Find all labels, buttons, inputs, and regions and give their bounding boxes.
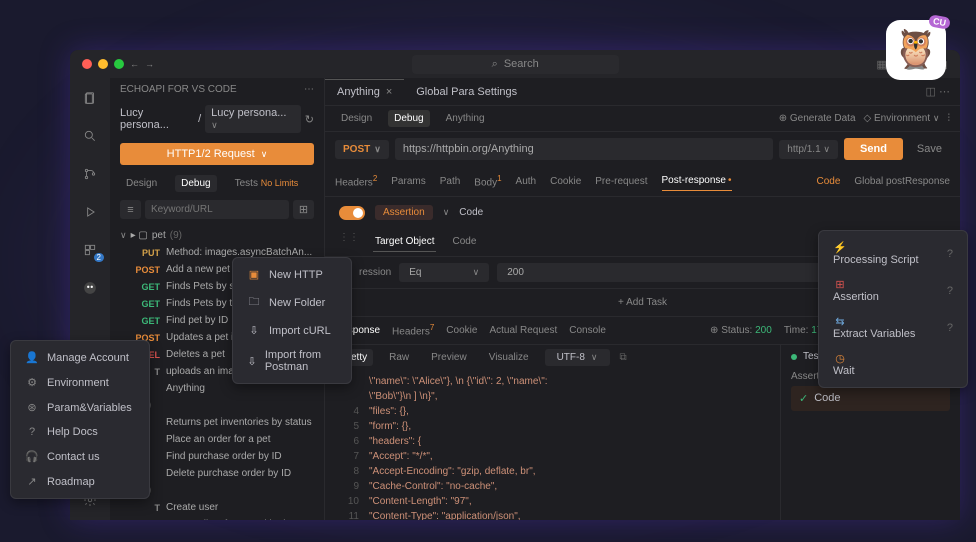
- menu-assertion[interactable]: ⊞ Assertion?: [819, 272, 967, 309]
- titlebar: ← → ⌕Search ▦ ▭ ◫ ▢: [70, 50, 960, 78]
- tree-row[interactable]: TCreates list of users with given i...: [110, 516, 324, 520]
- reqtab-body[interactable]: Body1: [474, 170, 501, 192]
- debug-icon[interactable]: [80, 202, 100, 222]
- resptab-console[interactable]: Console: [569, 325, 606, 336]
- method-selector[interactable]: POST∨: [335, 140, 389, 159]
- menu-manage-account[interactable]: 👤Manage Account: [11, 345, 149, 370]
- new-request-button[interactable]: HTTP1/2 Request∨: [120, 143, 314, 165]
- code-link[interactable]: Code: [816, 176, 840, 187]
- menu-contact-us[interactable]: 🎧Contact us: [11, 444, 149, 469]
- close-window-icon[interactable]: [82, 59, 92, 69]
- assertion-toggle[interactable]: [339, 206, 365, 220]
- tab-anything[interactable]: Anything×: [325, 79, 404, 104]
- menu-import-curl[interactable]: ⇩Import cURL: [233, 318, 351, 343]
- nav-forward-icon[interactable]: →: [145, 59, 154, 69]
- reqtab-cookie[interactable]: Cookie: [550, 172, 581, 191]
- context-menu: ▣New HTTP 🗀New Folder ⇩Import cURL ⇩Impo…: [232, 257, 352, 384]
- search-icon: ⌕: [492, 58, 498, 71]
- reqtab-postresponse[interactable]: Post-response: [662, 171, 732, 191]
- code-label: Code: [459, 207, 483, 218]
- filter-icon[interactable]: ⊞: [293, 200, 314, 219]
- menu-import-postman[interactable]: ⇩Import from Postman: [233, 343, 351, 379]
- search-menu-icon[interactable]: ≡: [120, 200, 141, 219]
- assertion-label: Assertion: [375, 205, 433, 220]
- search-placeholder: Search: [504, 58, 539, 70]
- reqtab-params[interactable]: Params: [391, 172, 425, 191]
- menu-roadmap[interactable]: ↗Roadmap: [11, 469, 149, 494]
- encoding-select[interactable]: UTF-8∨: [545, 349, 610, 366]
- subtab-anything[interactable]: Anything: [440, 110, 491, 127]
- menu-wait[interactable]: ◷ Wait: [819, 346, 967, 383]
- scm-icon[interactable]: [80, 164, 100, 184]
- tab-design[interactable]: Design: [120, 175, 163, 192]
- resptab-actual[interactable]: Actual Request: [489, 325, 557, 336]
- tab-target-object[interactable]: Target Object: [373, 232, 436, 252]
- environment-button[interactable]: ◇ Environment ∨: [864, 113, 940, 124]
- close-icon[interactable]: ×: [386, 86, 392, 98]
- assertion-result-item: ✓Code: [791, 386, 950, 411]
- command-search[interactable]: ⌕ Search: [160, 55, 870, 74]
- script-type-menu: ⚡ Processing Script? ⊞ Assertion? ⇆ Extr…: [818, 230, 968, 388]
- reqtab-prerequest[interactable]: Pre-request: [595, 172, 647, 191]
- subtab-debug[interactable]: Debug: [388, 110, 429, 127]
- subtab-design[interactable]: Design: [335, 110, 378, 127]
- settings-menu: 👤Manage Account ⚙Environment ⊛Param&Vari…: [10, 340, 150, 499]
- view-preview[interactable]: Preview: [425, 349, 473, 366]
- reqtab-headers[interactable]: Headers2: [335, 170, 377, 192]
- menu-extract-variables[interactable]: ⇆ Extract Variables?: [819, 309, 967, 346]
- crumb-2: Lucy persona...: [211, 107, 286, 119]
- response-body: \"name\": \"Alice\"}, \n {\"id\": 2, \"n…: [325, 370, 780, 520]
- split-icon[interactable]: ◫ ⋯: [916, 85, 960, 98]
- menu-environment[interactable]: ⚙Environment: [11, 370, 149, 395]
- http-version-selector[interactable]: http/1.1 ∨: [779, 140, 838, 159]
- url-input[interactable]: https://httpbin.org/Anything: [395, 138, 773, 160]
- drag-handle-icon[interactable]: ⋮⋮: [339, 232, 359, 252]
- window-controls: [82, 59, 124, 69]
- expression-label: ression: [359, 267, 391, 278]
- minimize-window-icon[interactable]: [98, 59, 108, 69]
- resptab-cookie[interactable]: Cookie: [446, 325, 477, 336]
- more-icon[interactable]: ⫶: [948, 113, 951, 124]
- reqtab-path[interactable]: Path: [440, 172, 461, 191]
- global-postresponse-link[interactable]: Global postResponse: [854, 176, 950, 187]
- nav-back-icon[interactable]: ←: [130, 59, 139, 69]
- resptab-headers[interactable]: Headers7: [392, 323, 434, 337]
- tab-code[interactable]: Code: [450, 232, 478, 252]
- view-raw[interactable]: Raw: [383, 349, 415, 366]
- crumb-1: Lucy persona...: [120, 107, 194, 131]
- extensions-icon[interactable]: 2: [80, 240, 100, 260]
- refresh-icon[interactable]: ↻: [305, 113, 314, 126]
- echoapi-icon[interactable]: [80, 278, 100, 298]
- sidebar-title: ECHOAPI FOR VS CODE: [120, 84, 237, 95]
- sidebar-search-input[interactable]: [145, 200, 289, 219]
- tab-global-settings[interactable]: Global Para Settings: [404, 80, 529, 104]
- menu-processing-script[interactable]: ⚡ Processing Script?: [819, 235, 967, 272]
- generate-data-button[interactable]: ⊕ Generate Data: [779, 113, 856, 124]
- tree-row[interactable]: TCreate user: [110, 499, 324, 516]
- menu-new-folder[interactable]: 🗀New Folder: [233, 287, 351, 318]
- status-indicator: ⊕ Status: 200: [710, 325, 772, 336]
- menu-new-http[interactable]: ▣New HTTP: [233, 262, 351, 287]
- status-dot-icon: [791, 354, 797, 360]
- sidebar-more-icon[interactable]: ⋯: [304, 84, 314, 95]
- maximize-window-icon[interactable]: [114, 59, 124, 69]
- send-button[interactable]: Send: [844, 138, 903, 160]
- reqtab-auth[interactable]: Auth: [516, 172, 537, 191]
- search-icon[interactable]: [80, 126, 100, 146]
- menu-help-docs[interactable]: ?Help Docs: [11, 420, 149, 444]
- view-visualize[interactable]: Visualize: [483, 349, 535, 366]
- menu-param-variables[interactable]: ⊛Param&Variables: [11, 395, 149, 420]
- save-button[interactable]: Save: [909, 138, 950, 160]
- tab-debug[interactable]: Debug: [175, 175, 216, 192]
- folder-pet[interactable]: ∨▸ ▢pet(9): [110, 227, 324, 244]
- explorer-icon[interactable]: [80, 88, 100, 108]
- check-icon: ✓: [799, 392, 808, 405]
- copy-icon[interactable]: ⧉: [620, 352, 627, 363]
- breadcrumb[interactable]: Lucy persona... / Lucy persona... ∨ ↻: [110, 101, 324, 137]
- operator-select[interactable]: Eq∨: [399, 263, 489, 282]
- app-logo: 🦉 CU: [886, 20, 946, 80]
- tab-tests[interactable]: Tests No Limits: [229, 175, 305, 192]
